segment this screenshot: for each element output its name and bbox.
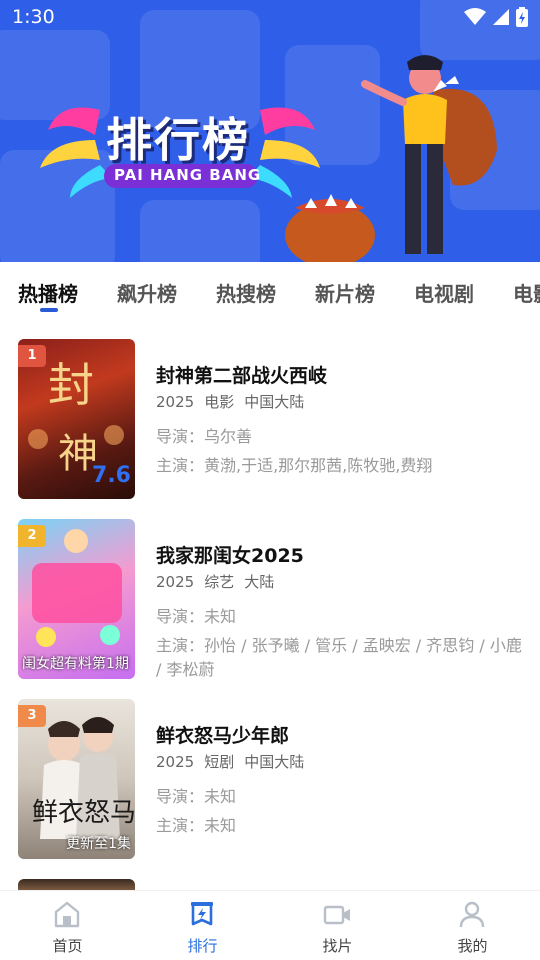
tab-hot-search[interactable]: 热搜榜	[216, 278, 276, 307]
nav-home[interactable]: 首页	[0, 891, 135, 960]
item-type: 综艺	[204, 573, 235, 591]
nav-mine-label: 我的	[457, 937, 488, 955]
item-director: 导演：未知	[156, 787, 237, 806]
nav-find[interactable]: 找片	[270, 891, 405, 960]
ranking-tabs: 热播榜 飙升榜 热搜榜 新片榜 电视剧 电影	[0, 262, 540, 322]
video-camera-icon	[323, 905, 350, 925]
tab-hot-play[interactable]: 热播榜	[18, 278, 78, 307]
list-item-partial[interactable]	[18, 879, 135, 890]
rank-badge: 1	[18, 345, 46, 367]
banner-illustration-icon	[285, 55, 497, 262]
active-tab-indicator	[40, 308, 58, 312]
battery-icon	[516, 7, 528, 27]
tab-new-release[interactable]: 新片榜	[315, 278, 375, 307]
list-item[interactable]: 封 神 1 7.6 封神第二部战火西岐 2025 电影 中国大陆 导演：乌尔善 主演…	[0, 339, 540, 501]
signal-icon	[493, 9, 509, 25]
nav-ranking[interactable]: 排行	[135, 891, 270, 960]
item-meta: 2025 短剧 中国大陆	[156, 751, 314, 772]
poster-image: 2 闺女超有料第1期	[18, 519, 135, 679]
tab-rising[interactable]: 飙升榜	[117, 278, 177, 307]
ranking-banner: 1:30 排行榜 PAI HANG BANG	[0, 0, 540, 262]
item-cast: 主演：孙怡 / 张予曦 / 管乐 / 孟映宏 / 齐思钧 / 小鹿 / 李松蔚	[156, 636, 522, 679]
item-region: 中国大陆	[244, 753, 305, 771]
nav-find-label: 找片	[322, 937, 353, 955]
banner-bg-tile	[140, 200, 260, 262]
item-type: 短剧	[204, 753, 235, 771]
banner-subtitle: PAI HANG BANG	[114, 166, 262, 184]
nav-mine[interactable]: 我的	[405, 891, 540, 960]
item-year: 2025	[156, 753, 195, 771]
item-year: 2025	[156, 573, 195, 591]
item-title: 鲜衣怒马少年郎	[156, 725, 290, 747]
poster-image: 鲜衣怒马 3 更新至1集	[18, 699, 135, 859]
item-director: 导演：乌尔善	[156, 427, 253, 446]
item-director: 导演：未知	[156, 607, 237, 626]
poster-caption: 更新至1集	[66, 836, 131, 852]
item-type: 电影	[204, 393, 235, 411]
status-time: 1:30	[12, 6, 55, 28]
wifi-icon	[464, 8, 486, 25]
ranking-icon	[191, 902, 213, 926]
item-region: 中国大陆	[244, 393, 305, 411]
list-item[interactable]: 2 闺女超有料第1期 我家那闺女2025 2025 综艺 大陆 导演：未知 主演：孙…	[0, 519, 540, 681]
tab-tv-series[interactable]: 电视剧	[414, 278, 474, 307]
nav-ranking-label: 排行	[187, 937, 218, 955]
svg-text:鲜衣怒马: 鲜衣怒马	[32, 798, 135, 828]
banner-title-art: 排行榜 PAI HANG BANG	[40, 90, 320, 200]
list-item[interactable]: 鲜衣怒马 3 更新至1集 鲜衣怒马少年郎 2025 短剧 中国大陆 导演：未知 主演…	[0, 699, 540, 861]
item-cast: 主演：黄渤,于适,那尔那茜,陈牧驰,费翔	[156, 456, 433, 475]
poster-image: 封 神 1 7.6	[18, 339, 135, 499]
rank-badge: 2	[18, 525, 46, 547]
poster-score: 7.6	[92, 463, 131, 488]
item-title: 封神第二部战火西岐	[156, 365, 328, 387]
rank-badge: 3	[18, 705, 46, 727]
item-region: 大陆	[244, 573, 275, 591]
item-year: 2025	[156, 393, 195, 411]
poster-caption: 闺女超有料第1期	[22, 656, 129, 672]
item-meta: 2025 电影 中国大陆	[156, 391, 314, 412]
banner-title: 排行榜	[106, 113, 250, 167]
tab-movie[interactable]: 电影	[513, 278, 540, 307]
user-icon	[459, 901, 485, 928]
home-icon	[54, 901, 80, 928]
status-bar: 1:30	[0, 0, 540, 34]
nav-home-label: 首页	[52, 937, 83, 955]
svg-text:封: 封	[48, 358, 94, 412]
bottom-navigation: 首页 排行 找片 我的	[0, 890, 540, 960]
item-cast: 主演：未知	[156, 816, 237, 835]
item-meta: 2025 综艺 大陆	[156, 571, 284, 592]
item-title: 我家那闺女2025	[156, 545, 304, 567]
